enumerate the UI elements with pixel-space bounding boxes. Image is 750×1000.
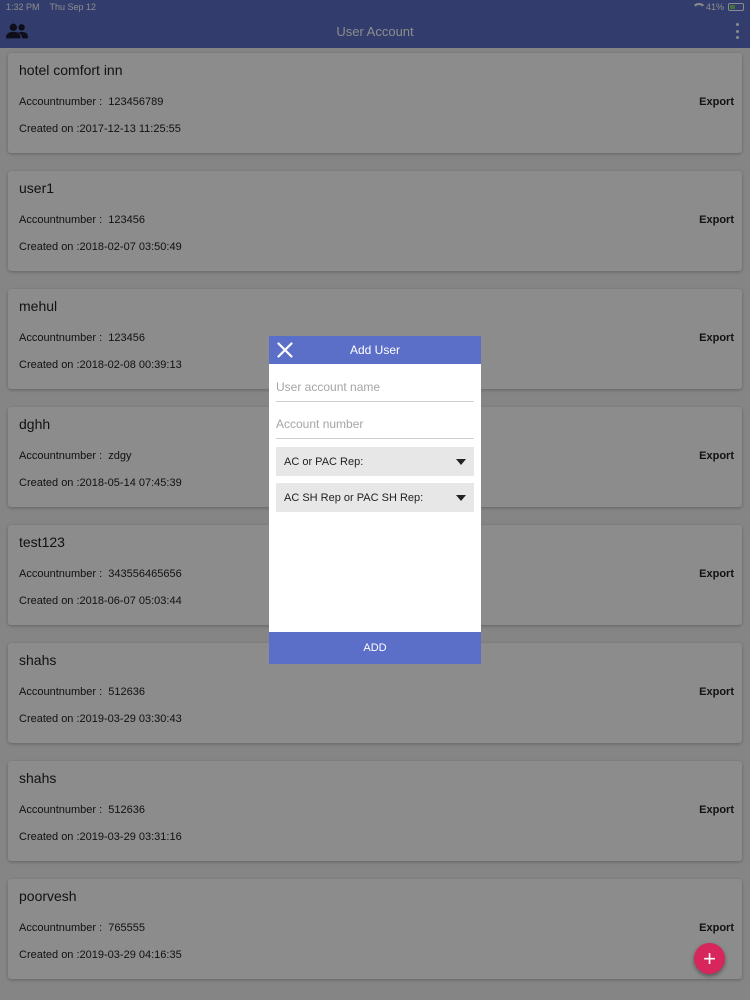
chevron-down-icon xyxy=(456,458,466,465)
user-account-name-input[interactable] xyxy=(276,380,474,394)
ac-sh-rep-select[interactable]: AC SH Rep or PAC SH Rep: xyxy=(276,483,474,512)
add-user-dialog: Add User AC or PAC Rep: AC SH Rep or PAC… xyxy=(269,336,481,664)
add-button[interactable]: ADD xyxy=(269,632,481,664)
chevron-down-icon xyxy=(456,494,466,501)
close-icon[interactable] xyxy=(277,342,293,358)
ac-pac-rep-label: AC or PAC Rep: xyxy=(284,455,364,468)
ac-pac-rep-select[interactable]: AC or PAC Rep: xyxy=(276,447,474,476)
account-number-field xyxy=(276,411,474,439)
dialog-title: Add User xyxy=(349,343,401,357)
add-account-fab[interactable]: + xyxy=(694,943,725,974)
user-account-name-field xyxy=(276,374,474,402)
dialog-header: Add User xyxy=(269,336,481,364)
ac-sh-rep-label: AC SH Rep or PAC SH Rep: xyxy=(284,491,424,504)
account-number-input[interactable] xyxy=(276,417,474,431)
plus-icon: + xyxy=(703,945,716,971)
